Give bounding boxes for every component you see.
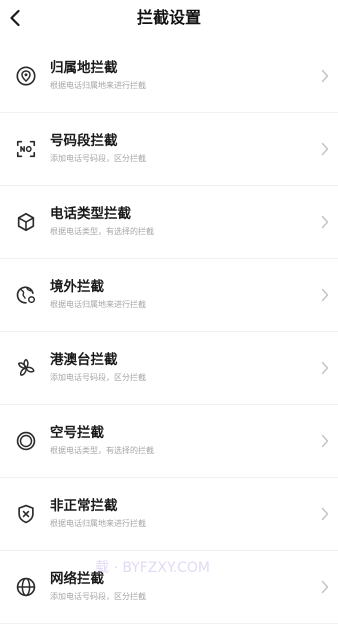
globe-icon xyxy=(16,286,35,304)
item-title: 归属地拦截 xyxy=(50,60,118,76)
globe-grid-icon xyxy=(16,577,36,597)
top-bar: 拦截设置 xyxy=(0,0,338,38)
cube-icon xyxy=(17,212,35,232)
chevron-right-icon xyxy=(321,69,329,83)
list-item-empty-number-block[interactable]: 空号拦截 根据电话类型，有选择的拦截 xyxy=(0,405,338,478)
interception-settings-list: 归属地拦截 根据电话归属地来进行拦截 号码段拦截 添加电话号码段，区分拦截 电话… xyxy=(0,40,338,624)
chevron-right-icon xyxy=(321,580,329,594)
item-subtitle: 根据电话类型，有选择的拦截 xyxy=(50,227,154,236)
item-subtitle: 根据电话类型，有选择的拦截 xyxy=(50,446,154,455)
chevron-right-icon xyxy=(321,361,329,375)
list-item-region-block[interactable]: 归属地拦截 根据电话归属地来进行拦截 xyxy=(0,40,338,113)
item-title: 号码段拦截 xyxy=(50,133,118,149)
item-title: 电话类型拦截 xyxy=(50,206,131,222)
list-item-abnormal-block[interactable]: 非正常拦截 根据电话归属地来进行拦截 xyxy=(0,478,338,551)
list-item-hk-macau-taiwan-block[interactable]: 港澳台拦截 添加电话号码段，区分拦截 xyxy=(0,332,338,405)
chevron-right-icon xyxy=(321,215,329,229)
item-title: 港澳台拦截 xyxy=(50,352,118,368)
item-subtitle: 添加电话号码段，区分拦截 xyxy=(50,154,146,163)
watermark: 载 · BYFZXY.COM xyxy=(95,560,211,576)
list-item-number-range-block[interactable]: 号码段拦截 添加电话号码段，区分拦截 xyxy=(0,113,338,186)
shield-x-icon xyxy=(18,504,34,524)
list-item-overseas-block[interactable]: 境外拦截 根据电话归属地来进行拦截 xyxy=(0,259,338,332)
item-title: 境外拦截 xyxy=(50,279,104,295)
number-scan-icon xyxy=(16,140,36,158)
chevron-right-icon xyxy=(321,288,329,302)
ring-icon xyxy=(16,431,36,451)
item-subtitle: 添加电话号码段，区分拦截 xyxy=(50,592,146,601)
list-item-call-type-block[interactable]: 电话类型拦截 根据电话类型，有选择的拦截 xyxy=(0,186,338,259)
chevron-right-icon xyxy=(321,142,329,156)
location-pin-icon xyxy=(16,66,36,86)
item-subtitle: 添加电话号码段，区分拦截 xyxy=(50,373,146,382)
page-title: 拦截设置 xyxy=(136,8,201,27)
flower-icon xyxy=(17,358,35,376)
chevron-right-icon xyxy=(321,507,329,521)
item-title: 空号拦截 xyxy=(50,425,104,441)
item-subtitle: 根据电话归属地来进行拦截 xyxy=(50,81,146,90)
item-subtitle: 根据电话归属地来进行拦截 xyxy=(50,300,146,309)
item-title: 非正常拦截 xyxy=(50,498,118,514)
item-subtitle: 根据电话归属地来进行拦截 xyxy=(50,519,146,528)
chevron-right-icon xyxy=(321,434,329,448)
